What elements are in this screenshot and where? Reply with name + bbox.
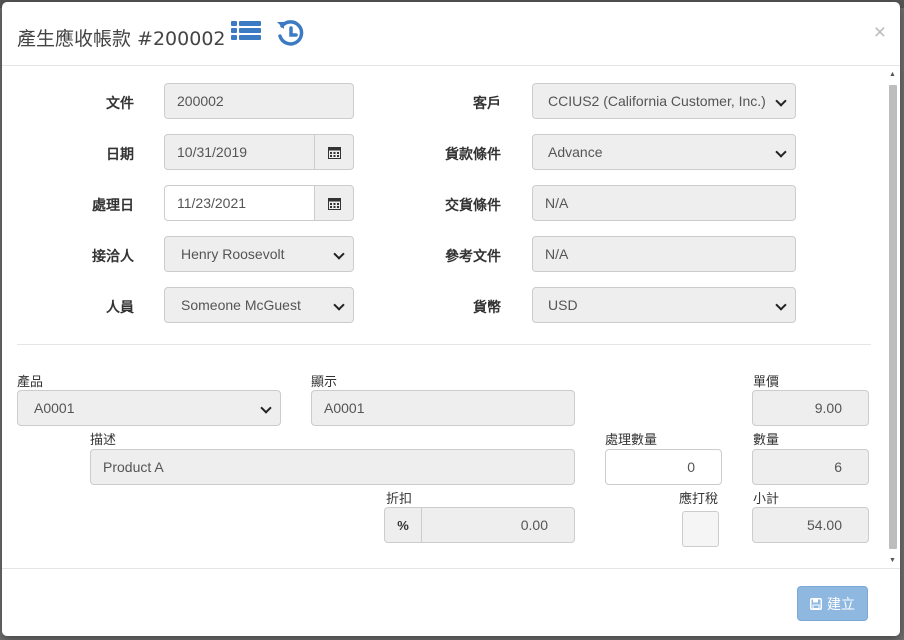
customer-label: 客戶 bbox=[473, 96, 501, 112]
reference-label: 參考文件 bbox=[445, 249, 501, 265]
customer-select[interactable]: CCIUS2 (California Customer, Inc.) bbox=[532, 83, 796, 119]
create-receivable-modal: 產生應收帳款 #200002 × 文件 日期 處理日 接洽人 人員 200002… bbox=[2, 2, 900, 636]
currency-label: 貨幣 bbox=[473, 300, 501, 316]
save-icon bbox=[810, 597, 822, 610]
quantity-field: 6 bbox=[752, 449, 869, 485]
display-field: A0001 bbox=[311, 390, 575, 426]
divider bbox=[17, 344, 871, 345]
modal-header: 產生應收帳款 #200002 × bbox=[2, 2, 900, 66]
product-select[interactable]: A0001 bbox=[17, 390, 281, 426]
quantity-label: 數量 bbox=[753, 433, 780, 448]
modal-footer: 建立 bbox=[2, 568, 900, 636]
process-qty-label: 處理數量 bbox=[605, 433, 658, 448]
unit-price-field: 9.00 bbox=[752, 390, 869, 426]
list-icon[interactable] bbox=[230, 18, 262, 50]
product-label: 產品 bbox=[17, 375, 44, 390]
scrollbar[interactable]: ▲ ▼ bbox=[888, 71, 898, 567]
discount-label: 折扣 bbox=[386, 492, 413, 507]
display-label: 顯示 bbox=[311, 375, 338, 390]
currency-select[interactable]: USD bbox=[532, 287, 796, 323]
reference-field: N/A bbox=[532, 236, 796, 272]
document-label: 文件 bbox=[106, 96, 134, 112]
percent-addon: % bbox=[384, 507, 422, 543]
scrollbar-thumb[interactable] bbox=[889, 85, 897, 549]
create-button[interactable]: 建立 bbox=[797, 586, 868, 621]
date-label: 日期 bbox=[106, 147, 134, 163]
process-date-field[interactable]: 11/23/2021 bbox=[164, 185, 315, 221]
process-qty-input[interactable]: 0 bbox=[605, 449, 722, 485]
calendar-icon[interactable] bbox=[314, 134, 354, 170]
subtotal-label: 小計 bbox=[753, 492, 780, 507]
close-button[interactable]: × bbox=[874, 22, 886, 43]
date-field[interactable]: 10/31/2019 bbox=[164, 134, 315, 170]
staff-label: 人員 bbox=[106, 300, 134, 316]
staff-select[interactable]: Someone McGuest bbox=[164, 287, 354, 323]
create-button-label: 建立 bbox=[827, 596, 855, 613]
modal-body: 文件 日期 處理日 接洽人 人員 200002 10/31/2019 11/23… bbox=[2, 67, 900, 568]
history-icon[interactable] bbox=[275, 18, 307, 50]
unit-price-label: 單價 bbox=[753, 375, 780, 390]
modal-title: 產生應收帳款 #200002 bbox=[17, 28, 226, 50]
payment-terms-select[interactable]: Advance bbox=[532, 134, 796, 170]
subtotal-field: 54.00 bbox=[752, 507, 869, 543]
description-field: Product A bbox=[90, 449, 575, 485]
payment-terms-label: 貨款條件 bbox=[445, 147, 501, 163]
scroll-up-icon[interactable]: ▲ bbox=[889, 71, 896, 78]
process-date-label: 處理日 bbox=[92, 198, 134, 214]
delivery-terms-field: N/A bbox=[532, 185, 796, 221]
scroll-down-icon[interactable]: ▼ bbox=[889, 557, 896, 564]
document-field: 200002 bbox=[164, 83, 354, 119]
delivery-terms-label: 交貨條件 bbox=[445, 198, 501, 214]
taxable-label: 應打稅 bbox=[679, 492, 719, 507]
calendar-icon[interactable] bbox=[314, 185, 354, 221]
description-label: 描述 bbox=[90, 433, 117, 448]
discount-field: 0.00 bbox=[421, 507, 575, 543]
taxable-checkbox[interactable] bbox=[682, 511, 719, 547]
contact-select[interactable]: Henry Roosevolt bbox=[164, 236, 354, 272]
contact-label: 接洽人 bbox=[92, 249, 134, 265]
